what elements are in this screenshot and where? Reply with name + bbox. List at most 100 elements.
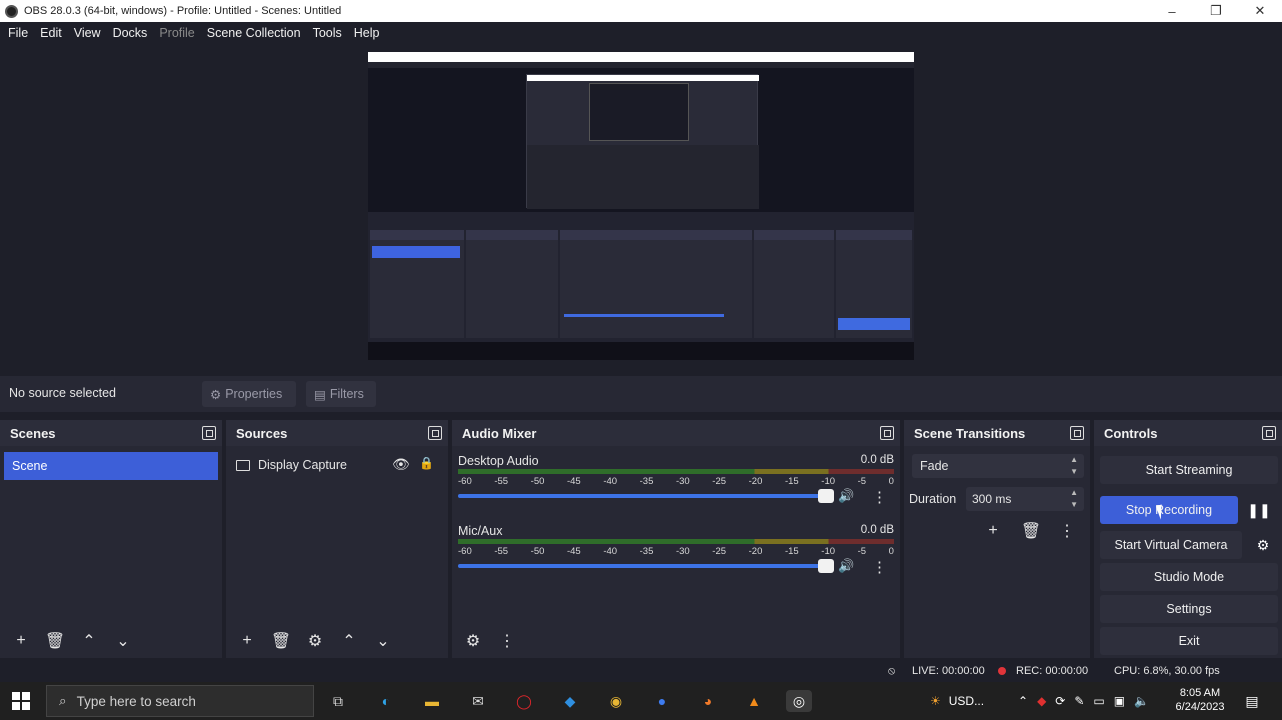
taskbar-clock[interactable]: 8:05 AM 6/24/2023 [1170, 686, 1230, 714]
undock-icon[interactable] [880, 426, 894, 440]
file-explorer-icon[interactable]: ▬ [420, 690, 444, 712]
chevron-up-icon[interactable]: ⌃ [1018, 694, 1028, 708]
controls-title: Controls [1104, 425, 1158, 441]
display-icon[interactable]: ▣ [1114, 694, 1125, 708]
volume-icon[interactable]: 🔈 [1134, 694, 1149, 708]
volume-meter [458, 539, 894, 544]
filters-button[interactable]: ▤ Filters [306, 381, 376, 407]
volume-meter [458, 469, 894, 474]
volume-slider[interactable] [458, 494, 828, 498]
maximize-icon[interactable]: ❐ [1194, 0, 1238, 22]
start-virtual-camera-button[interactable]: Start Virtual Camera [1100, 531, 1242, 559]
duration-spinbox[interactable]: 300 ms ▲ ▼ [966, 487, 1084, 511]
gear-icon: ⚙ [210, 387, 222, 402]
firefox-icon[interactable]: ◕ [696, 690, 720, 712]
zoom-icon[interactable]: ● [650, 690, 674, 712]
move-up-icon[interactable]: ⌃ [76, 628, 102, 654]
studio-mode-button[interactable]: Studio Mode [1100, 563, 1278, 591]
properties-button[interactable]: ⚙ Properties [202, 381, 296, 407]
obs-taskbar-icon[interactable]: ◎ [786, 690, 812, 712]
preview-taskbar [368, 342, 914, 360]
remove-scene-icon[interactable]: 🗑 [42, 628, 68, 654]
vscode-icon[interactable]: ◆ [558, 690, 582, 712]
minimize-icon[interactable]: – [1150, 0, 1194, 22]
undock-icon[interactable] [202, 426, 216, 440]
network-icon[interactable]: ▭ [1093, 694, 1104, 708]
move-down-icon[interactable]: ⌄ [110, 628, 136, 654]
advanced-audio-gear-icon[interactable]: ⚙ [460, 628, 486, 654]
move-up-icon[interactable]: ⌃ [336, 628, 362, 654]
start-streaming-button[interactable]: Start Streaming [1100, 456, 1278, 484]
eye-visibility-icon[interactable]: 👁 [392, 456, 410, 473]
audio-mixer-title: Audio Mixer [462, 425, 537, 441]
vlc-icon[interactable]: ▲ [742, 690, 766, 712]
kebab-menu-icon[interactable]: ⋮ [494, 628, 520, 654]
updown-arrows-icon: ▲ ▼ [1070, 455, 1078, 476]
kebab-menu-icon[interactable]: ⋮ [872, 558, 887, 576]
mail-icon[interactable]: ✉ [466, 690, 490, 712]
preview-window-titlebar [368, 52, 914, 62]
source-properties-gear-icon[interactable]: ⚙ [302, 628, 328, 654]
mic-aux-channel: Mic/Aux 0.0 dB -60 -55 -50 -45 -40 -35 -30 -25-… [458, 524, 894, 588]
remove-source-icon[interactable]: 🗑 [268, 628, 294, 654]
menu-scene-collection[interactable]: Scene Collection [201, 26, 307, 40]
task-view-icon[interactable]: ⧉ [326, 690, 350, 712]
menu-tools[interactable]: Tools [307, 26, 348, 40]
channel-db: 0.0 dB [860, 524, 894, 536]
app-tray-icon[interactable]: ◆ [1037, 694, 1046, 708]
volume-slider-handle[interactable] [818, 559, 834, 573]
settings-button[interactable]: Settings [1100, 595, 1278, 623]
spin-arrows-icon[interactable]: ▲ ▼ [1070, 487, 1078, 511]
meter-scale: -60 -55 -50 -45 -40 -35 -30 -25 -20 -15 -10 -5 0 [458, 546, 894, 557]
channel-db: 0.0 dB [860, 454, 894, 466]
exit-button[interactable]: Exit [1100, 627, 1278, 655]
close-icon[interactable]: ✕ [1238, 0, 1282, 22]
lock-icon[interactable]: 🔒 [419, 456, 434, 470]
add-transition-icon[interactable]: + [980, 518, 1006, 544]
edge-icon[interactable]: ◐ [374, 690, 398, 712]
virtual-camera-gear-icon[interactable]: ⚙ [1250, 531, 1276, 559]
windows-start-icon[interactable] [12, 692, 30, 710]
kebab-menu-icon[interactable]: ⋮ [872, 488, 887, 506]
meter-scale: -60 -55 -50 -45 -40 -35 -30 -25 -20 -15 -10 -5 0 [458, 476, 894, 487]
system-tray: ⌃ ◆ ⟳ ✎ ▭ ▣ 🔈 [1018, 682, 1149, 720]
remove-transition-icon[interactable]: 🗑 [1018, 518, 1044, 544]
taskbar-search[interactable]: ⌕ Type here to search [46, 685, 314, 717]
kebab-menu-icon[interactable]: ⋮ [1054, 518, 1080, 544]
live-timer: LIVE: 00:00:00 [912, 665, 985, 677]
move-down-icon[interactable]: ⌄ [370, 628, 396, 654]
volume-slider[interactable] [458, 564, 828, 568]
menu-edit[interactable]: Edit [34, 26, 68, 40]
menu-view[interactable]: View [68, 26, 107, 40]
menu-docks[interactable]: Docks [107, 26, 154, 40]
preview-canvas[interactable] [368, 52, 914, 360]
menu-profile[interactable]: Profile [153, 26, 200, 40]
undock-icon[interactable] [1262, 426, 1276, 440]
chrome-icon[interactable]: ◉ [604, 690, 628, 712]
menu-help[interactable]: Help [348, 26, 386, 40]
pause-recording-icon[interactable]: ❚❚ [1246, 496, 1272, 524]
undock-icon[interactable] [428, 426, 442, 440]
transition-select[interactable]: Fade ▲ ▼ [912, 454, 1084, 478]
opera-icon[interactable]: ◯ [512, 690, 536, 712]
search-icon: ⌕ [59, 693, 67, 708]
menu-file[interactable]: File [2, 26, 34, 40]
speaker-icon[interactable]: 🔊 [838, 558, 856, 574]
scene-list-item[interactable]: Scene [4, 452, 218, 480]
windows-taskbar: ⌕ Type here to search ⧉ ◐ ▬ ✉ ◯ ◆ ◉ ● ◕ … [0, 682, 1282, 720]
menu-bar: File Edit View Docks Profile Scene Colle… [0, 22, 1282, 44]
add-source-icon[interactable]: + [234, 628, 260, 654]
undock-icon[interactable] [1070, 426, 1084, 440]
recording-indicator-icon [998, 667, 1006, 675]
scene-transitions-dock: Scene Transitions Fade ▲ ▼ Duration 300 m… [904, 420, 1090, 658]
volume-slider-handle[interactable] [818, 489, 834, 503]
speaker-icon[interactable]: 🔊 [838, 488, 856, 504]
notification-icon[interactable]: ▤ [1240, 690, 1264, 712]
pen-icon[interactable]: ✎ [1074, 694, 1084, 708]
sync-icon[interactable]: ⟳ [1055, 694, 1065, 708]
add-scene-icon[interactable]: + [8, 628, 34, 654]
scenes-dock: Scenes Scene + 🗑 ⌃ ⌄ [0, 420, 222, 658]
weather-tray[interactable]: ☀ USD... [930, 682, 984, 720]
controls-dock: Controls Start Streaming Stop Recording … [1094, 420, 1282, 658]
rec-timer: REC: 00:00:00 [1016, 665, 1089, 677]
